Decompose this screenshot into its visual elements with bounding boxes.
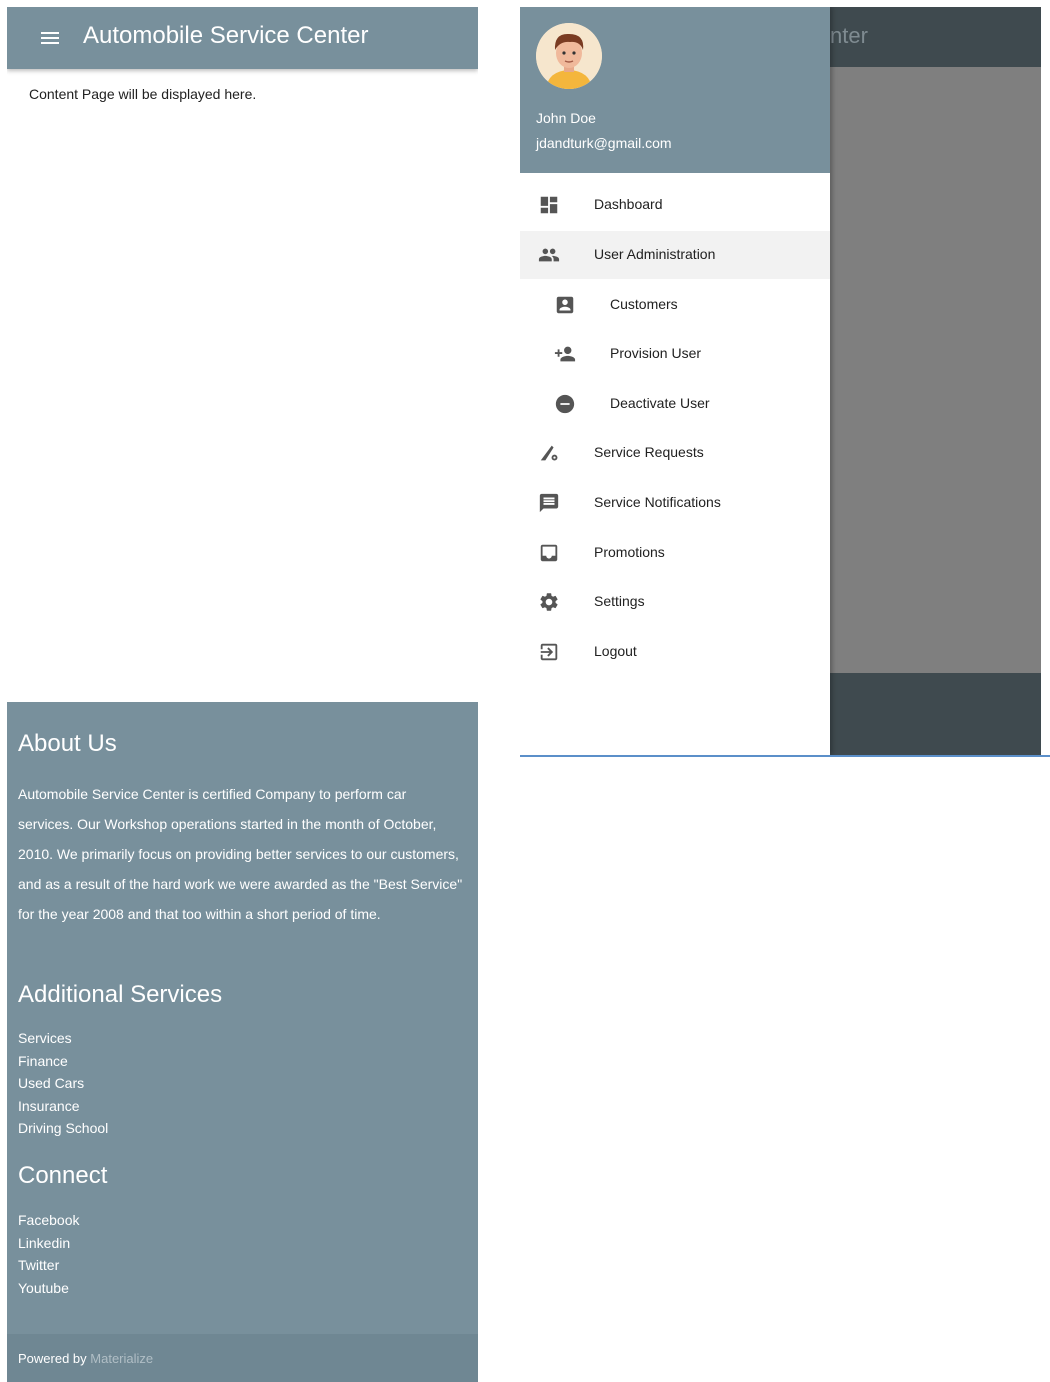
powered-by-prefix: Powered by — [18, 1351, 87, 1366]
menu-item-user-administration[interactable]: User Administration — [520, 231, 830, 279]
dashboard-icon — [538, 194, 560, 216]
powered-by-text: Powered by Materialize — [18, 1351, 153, 1366]
connect-list: Facebook Linkedin Twitter Youtube — [18, 1209, 79, 1299]
user-name: John Doe — [536, 110, 596, 126]
screen-divider-line — [520, 755, 1050, 757]
footer-copyright: Powered by Materialize — [7, 1334, 478, 1382]
hamburger-menu-icon[interactable] — [38, 26, 62, 50]
account-box-icon — [554, 294, 576, 316]
menu-item-dashboard[interactable]: Dashboard — [520, 181, 830, 229]
menu-item-service-requests[interactable]: Service Requests — [520, 429, 830, 477]
list-item: Linkedin — [18, 1232, 79, 1255]
list-item: Youtube — [18, 1277, 79, 1300]
content-placeholder-text: Content Page will be displayed here. — [29, 86, 257, 102]
build-gear-icon — [538, 442, 560, 464]
list-item: Insurance — [18, 1095, 108, 1118]
menu-item-service-notifications[interactable]: Service Notifications — [520, 479, 830, 527]
menu-label-logout: Logout — [594, 643, 637, 659]
materialize-link[interactable]: Materialize — [90, 1351, 153, 1366]
list-item: Facebook — [18, 1209, 79, 1232]
connect-heading: Connect — [18, 1162, 108, 1189]
menu-item-customers[interactable]: Customers — [520, 281, 830, 329]
menu-label-deactivate-user: Deactivate User — [610, 395, 710, 411]
user-view: John Doe jdandturk@gmail.com — [520, 7, 830, 173]
list-item: Used Cars — [18, 1072, 108, 1095]
top-navbar: Automobile Service Center — [7, 7, 478, 69]
list-item: Twitter — [18, 1254, 79, 1277]
side-nav-open-screen: nter John Doe jdandturk@gmail.com Dashbo… — [520, 7, 1041, 755]
menu-label-service-requests: Service Requests — [594, 444, 704, 460]
footer-link-linkedin[interactable]: Linkedin — [18, 1235, 70, 1251]
about-heading: About Us — [18, 730, 117, 757]
menu-item-provision-user[interactable]: Provision User — [520, 330, 830, 378]
footer-link-youtube[interactable]: Youtube — [18, 1280, 69, 1296]
about-text: Automobile Service Center is certified C… — [18, 786, 463, 922]
menu-label-user-administration: User Administration — [594, 246, 716, 262]
side-nav: John Doe jdandturk@gmail.com Dashboard U… — [520, 7, 830, 755]
list-item: Services — [18, 1027, 108, 1050]
user-avatar-icon[interactable] — [536, 23, 602, 89]
user-email: jdandturk@gmail.com — [536, 135, 672, 151]
list-item: Finance — [18, 1050, 108, 1073]
menu-label-customers: Customers — [610, 296, 678, 312]
menu-label-dashboard: Dashboard — [594, 196, 663, 212]
message-icon — [538, 492, 560, 514]
footer-link-insurance[interactable]: Insurance — [18, 1098, 79, 1114]
menu-item-logout[interactable]: Logout — [520, 628, 830, 676]
footer-link-facebook[interactable]: Facebook — [18, 1212, 79, 1228]
footer-link-services[interactable]: Services — [18, 1030, 72, 1046]
footer-link-used-cars[interactable]: Used Cars — [18, 1075, 84, 1091]
menu-label-provision-user: Provision User — [610, 345, 702, 361]
settings-gear-icon — [538, 591, 560, 613]
menu-item-promotions[interactable]: Promotions — [520, 529, 830, 577]
footer-link-twitter[interactable]: Twitter — [18, 1257, 59, 1273]
footer-link-finance[interactable]: Finance — [18, 1053, 68, 1069]
additional-services-list: Services Finance Used Cars Insurance Dri… — [18, 1027, 108, 1140]
page-footer: About Us Automobile Service Center is ce… — [7, 702, 478, 1382]
menu-item-deactivate-user[interactable]: Deactivate User — [520, 380, 830, 428]
main-page-screen: Automobile Service Center Content Page w… — [7, 7, 478, 1382]
menu-item-settings[interactable]: Settings — [520, 578, 830, 626]
footer-link-driving-school[interactable]: Driving School — [18, 1120, 108, 1136]
exit-icon — [538, 641, 560, 663]
people-icon — [538, 244, 560, 266]
inbox-icon — [538, 542, 560, 564]
menu-label-settings: Settings — [594, 593, 645, 609]
remove-circle-icon — [554, 393, 576, 415]
person-add-icon — [554, 343, 576, 365]
menu-label-service-notifications: Service Notifications — [594, 494, 721, 510]
list-item: Driving School — [18, 1117, 108, 1140]
app-title[interactable]: Automobile Service Center — [83, 22, 368, 50]
overlay-app-title-fragment: nter — [830, 23, 868, 48]
additional-services-heading: Additional Services — [18, 981, 223, 1008]
menu-label-promotions: Promotions — [594, 544, 665, 560]
